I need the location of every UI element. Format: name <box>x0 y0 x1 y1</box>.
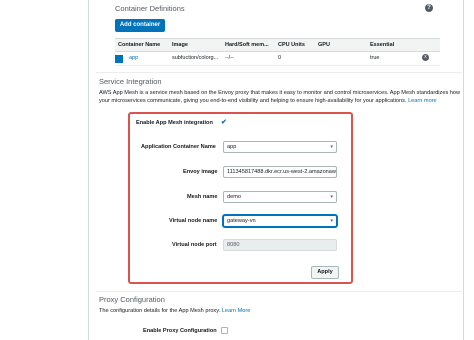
add-container-button[interactable]: Add container <box>115 19 165 32</box>
app-container-label: Application Container Name <box>141 144 216 150</box>
service-integration-text: AWS App Mesh is a service mesh based on … <box>99 90 461 104</box>
proxy-configuration-title: Proxy Configuration <box>99 295 165 304</box>
column-header-image[interactable]: Image <box>172 42 188 48</box>
envoy-image-input[interactable]: 111345817488.dkr.ecr.us-west-2.amazonaw <box>223 166 337 178</box>
column-header-memory[interactable]: Hard/Soft mem... <box>225 42 269 48</box>
column-header-gpu[interactable]: GPU <box>318 42 330 48</box>
table-row: app subfuction/colorg... --/-- 0 true x <box>115 52 440 66</box>
container-cpu: 0 <box>278 55 282 61</box>
mesh-name-value: demo <box>227 194 241 200</box>
chevron-down-icon: ▾ <box>330 194 333 200</box>
section-divider <box>96 72 462 73</box>
app-container-select[interactable]: app ▾ <box>223 141 337 153</box>
learn-more-link[interactable]: Learn More <box>222 308 251 314</box>
container-name-link[interactable]: app <box>129 55 138 61</box>
virtual-node-port-input: 8080 <box>223 239 337 251</box>
enable-app-mesh-checkbox[interactable]: ✔ <box>221 118 227 126</box>
mesh-name-select[interactable]: demo ▾ <box>223 191 337 203</box>
service-integration-title: Service Integration <box>99 77 162 86</box>
app-container-value: app <box>227 144 237 150</box>
proxy-configuration-description: The configuration details for the App Me… <box>99 307 461 315</box>
chevron-down-icon: ▾ <box>330 218 333 224</box>
enable-proxy-configuration-checkbox[interactable] <box>221 327 228 334</box>
virtual-node-name-label: Virtual node name <box>169 218 218 224</box>
section-divider <box>96 291 462 292</box>
proxy-configuration-text: The configuration details for the App Me… <box>99 308 221 314</box>
virtual-node-name-select[interactable]: gateway-vn ▾ <box>223 215 337 227</box>
envoy-image-label: Envoy image <box>183 169 218 175</box>
apply-button[interactable]: Apply <box>311 266 339 279</box>
enable-app-mesh-label: Enable App Mesh integration <box>136 120 213 126</box>
container-image: subfuction/colorg... <box>172 55 219 61</box>
learn-more-link[interactable]: Learn more <box>408 98 437 104</box>
container-definitions-title: Container Definitions <box>115 4 185 13</box>
container-color-swatch <box>115 55 123 63</box>
mesh-name-label: Mesh name <box>187 194 218 200</box>
container-memory: --/-- <box>225 55 234 61</box>
table-header: Container Name Image Hard/Soft mem... CP… <box>115 38 440 52</box>
help-icon[interactable]: ? <box>425 4 433 12</box>
service-integration-description: AWS App Mesh is a service mesh based on … <box>99 89 461 105</box>
panel-left-edge <box>88 0 89 340</box>
container-essential: true <box>370 55 380 61</box>
panel-right-edge <box>463 0 464 340</box>
remove-container-icon[interactable]: x <box>422 54 429 61</box>
virtual-node-name-value: gateway-vn <box>227 218 256 224</box>
column-header-cpu-units[interactable]: CPU Units <box>278 42 305 48</box>
chevron-down-icon: ▾ <box>330 144 333 150</box>
enable-proxy-configuration-label: Enable Proxy Configuration <box>143 328 217 334</box>
column-header-container-name[interactable]: Container Name <box>118 42 160 48</box>
column-header-essential[interactable]: Essential <box>370 42 394 48</box>
virtual-node-port-label: Virtual node port <box>172 242 217 248</box>
